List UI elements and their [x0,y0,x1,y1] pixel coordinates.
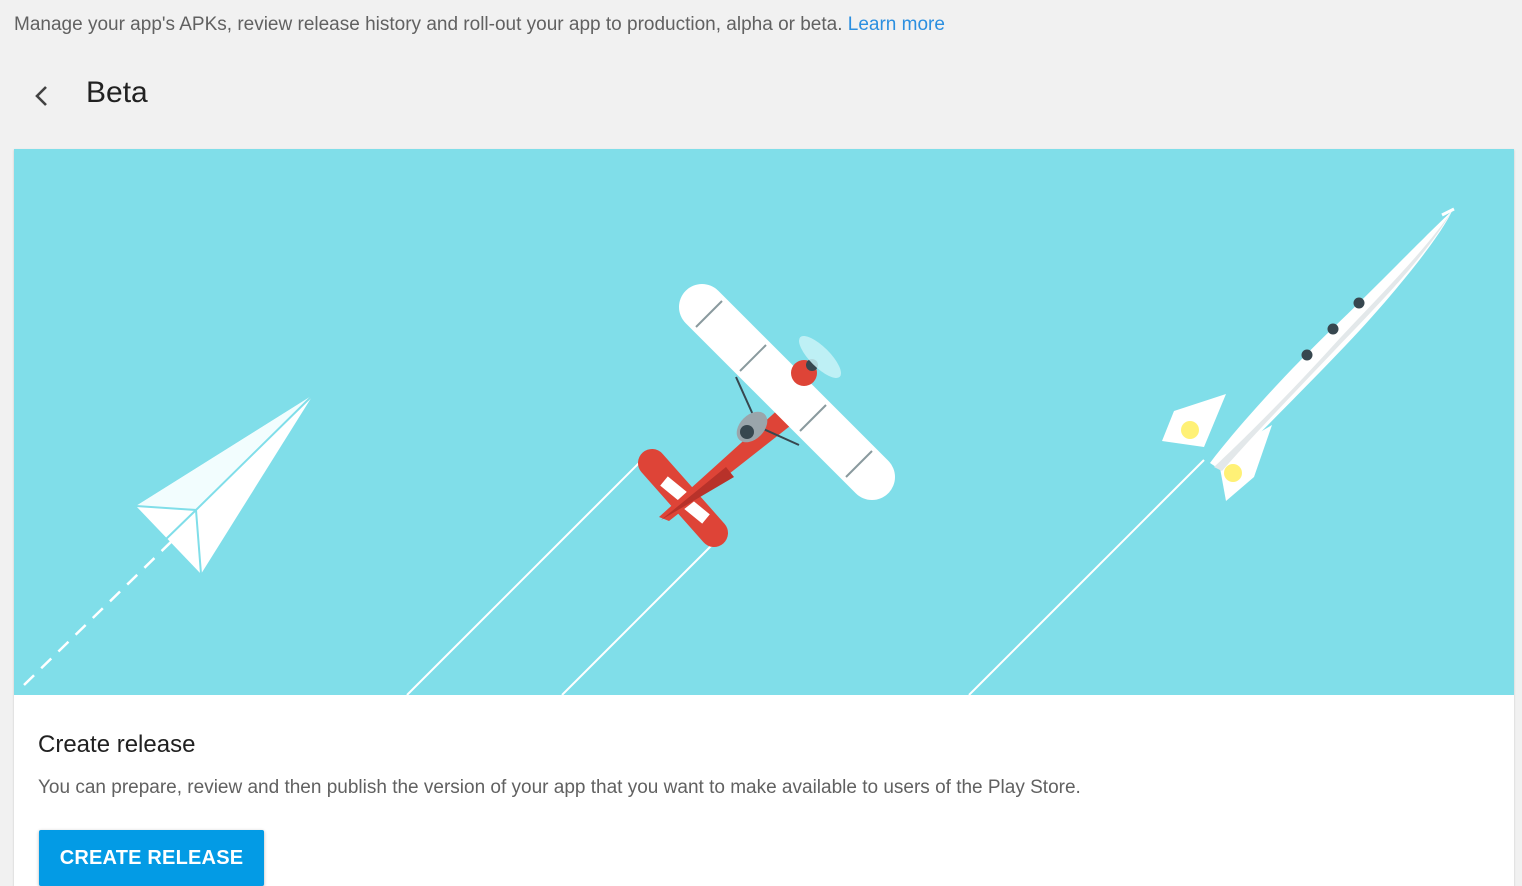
biplane-trail-right [561,536,721,696]
page-title: Beta [86,76,148,109]
create-release-button[interactable]: CREATE RELEASE [39,830,264,886]
learn-more-link[interactable]: Learn more [848,14,945,35]
create-release-description: You can prepare, review and then publish… [38,777,1081,798]
biplane-trail-left [406,459,643,696]
hero-illustration [14,149,1514,696]
rocket-icon [1162,207,1455,501]
paper-plane-icon [135,394,314,575]
back-button[interactable] [28,82,56,110]
create-release-heading: Create release [38,731,196,758]
paper-plane-trail [23,538,175,686]
biplane-icon [638,284,895,547]
description-text: Manage your app's APKs, review release h… [14,14,843,35]
rocket-trail [968,459,1205,696]
create-release-card: Create release You can prepare, review a… [14,149,1514,886]
chevron-left-icon [35,86,47,106]
page-description: Manage your app's APKs, review release h… [14,14,945,36]
